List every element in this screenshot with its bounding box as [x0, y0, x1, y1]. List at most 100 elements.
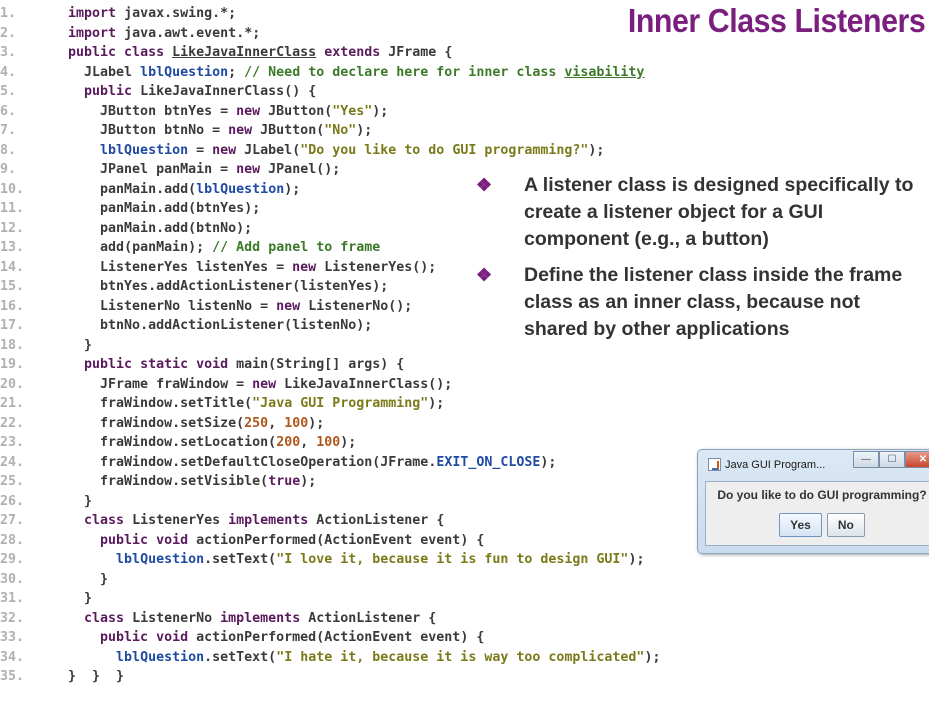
code-token: ); — [284, 181, 301, 197]
code-line: 27. class ListenerYes implements ActionL… — [0, 511, 660, 531]
line-number: 12. — [0, 220, 25, 236]
code-token: JLabel — [244, 142, 293, 158]
code-token: fraWindow — [100, 474, 173, 489]
code-token: ( — [124, 240, 133, 255]
code-line: 5. public LikeJavaInnerClass() { — [0, 82, 660, 102]
code-token: add — [164, 220, 189, 236]
code-token: { — [428, 610, 437, 626]
code-token: String — [276, 357, 325, 372]
code-line: 8. lblQuestion = new JLabel("Do you like… — [0, 141, 660, 161]
code-token: args — [348, 357, 381, 372]
code-token: , — [300, 435, 317, 450]
maximize-button[interactable]: ☐ — [879, 451, 905, 468]
code-token: add — [100, 240, 125, 255]
code-token: = — [276, 259, 293, 275]
code-token: new — [252, 376, 285, 392]
code-token: (); — [428, 376, 453, 392]
no-button[interactable]: No — [826, 513, 865, 537]
code-token: add — [164, 181, 189, 197]
line-number: 8. — [0, 142, 17, 158]
minimize-button[interactable]: — — [853, 451, 879, 468]
button-row: Yes No — [706, 513, 929, 537]
code-token: } — [84, 337, 93, 353]
line-number: 33. — [0, 630, 25, 645]
code-token: .*; — [236, 25, 261, 41]
code-token: new — [228, 123, 261, 138]
code-token: . — [156, 220, 165, 236]
code-token: ( — [284, 318, 293, 333]
code-token: 200 — [276, 435, 301, 450]
code-line: 34. lblQuestion.setText("I hate it, beca… — [0, 648, 660, 668]
java-gui-window: Java GUI Program... — ☐ ✕ Do you like to… — [697, 449, 929, 554]
code-token: public void — [100, 532, 197, 548]
line-number: 5. — [0, 84, 17, 99]
line-number: 22. — [0, 415, 25, 431]
code-token: ); — [340, 435, 357, 450]
line-number: 29. — [0, 552, 25, 567]
code-token: = — [212, 123, 229, 138]
code-token: new — [292, 259, 325, 275]
code-token: extends — [316, 45, 389, 60]
diamond-bullet-icon: ❖ — [476, 175, 493, 195]
code-token: new — [276, 298, 309, 314]
line-number: 18. — [0, 337, 25, 353]
code-token: class — [84, 610, 133, 626]
line-number: 30. — [0, 571, 25, 587]
code-token: lblQuestion — [116, 552, 205, 567]
code-token: ) { — [460, 630, 485, 645]
code-token: ); — [308, 415, 325, 431]
code-token: public static void — [84, 357, 237, 372]
line-number: 35. — [0, 669, 25, 684]
close-button[interactable]: ✕ — [905, 451, 929, 468]
window-controls: — ☐ ✕ — [853, 451, 929, 468]
code-token: ); — [372, 279, 389, 294]
code-token: "No" — [324, 123, 357, 138]
code-line: 3. public class LikeJavaInnerClass exten… — [0, 43, 660, 63]
window-titlebar[interactable]: Java GUI Program... — [708, 458, 825, 471]
code-token: ); — [356, 318, 373, 333]
code-token: JButton btnNo — [100, 123, 213, 138]
code-token: awt — [164, 25, 189, 41]
code-token: btnNo — [196, 220, 237, 236]
code-token: 100 — [316, 435, 341, 450]
code-token: (); — [412, 259, 437, 275]
line-number: 14. — [0, 259, 25, 275]
line-number: 13. — [0, 240, 25, 255]
code-line: 22. fraWindow.setSize(250, 100); — [0, 414, 660, 434]
code-token: LikeJavaInnerClass — [172, 45, 317, 60]
code-token: JLabel — [84, 64, 141, 80]
code-line: 35. } } } — [0, 667, 660, 687]
code-token: // Need to declare here for inner class — [244, 64, 565, 80]
code-line: 30. } — [0, 570, 660, 590]
code-token: listenNo — [292, 318, 357, 333]
java-cup-icon — [708, 458, 721, 471]
yes-button[interactable]: Yes — [779, 513, 822, 537]
code-token: java — [116, 25, 157, 41]
code-token: lblQuestion — [140, 64, 229, 80]
line-number: 17. — [0, 318, 25, 333]
code-token: ); — [628, 552, 645, 567]
code-token: ( — [268, 435, 277, 450]
code-token: actionPerformed — [196, 630, 317, 645]
code-token: ( — [260, 474, 269, 489]
code-token: () { — [284, 84, 317, 99]
code-token: ; — [228, 64, 245, 80]
code-token: lblQuestion — [100, 142, 197, 158]
slide-title: Inner Class Listeners — [627, 2, 926, 39]
code-token: ( — [268, 357, 277, 372]
code-token: . — [188, 25, 197, 41]
code-token: ListenerNo — [308, 298, 389, 314]
code-token: swing — [172, 6, 213, 21]
